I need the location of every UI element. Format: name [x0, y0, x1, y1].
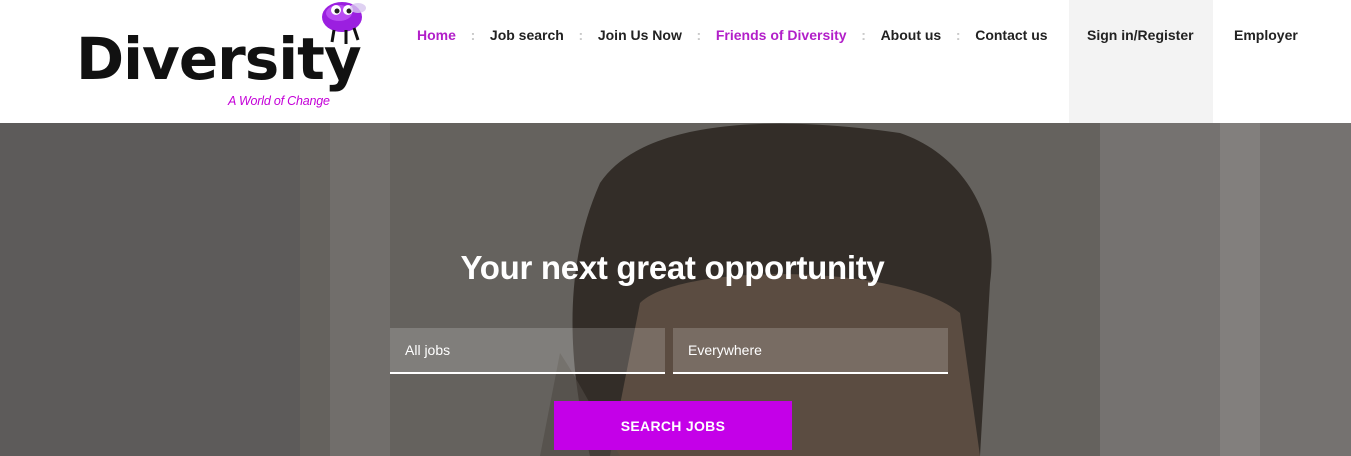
- employer-label: Employer: [1234, 27, 1298, 43]
- main-nav: Home : Job search : Join Us Now : Friend…: [417, 0, 1048, 70]
- site-header: Diversity A World of Change Home : Job s…: [0, 0, 1351, 123]
- nav-about-us[interactable]: About us: [881, 27, 942, 43]
- hero-title: Your next great opportunity: [460, 249, 885, 286]
- nav-job-search[interactable]: Job search: [490, 27, 564, 43]
- signin-register-label: Sign in/Register: [1087, 27, 1194, 43]
- nav-separator: :: [470, 27, 476, 43]
- signin-register-button[interactable]: Sign in/Register: [1069, 0, 1213, 123]
- hero-banner: Your next great opportunity SEARCH JOBS: [0, 123, 1351, 456]
- nav-separator: :: [955, 27, 961, 43]
- logo-wordmark: Diversity: [76, 25, 362, 93]
- nav-home[interactable]: Home: [417, 27, 456, 43]
- site-logo[interactable]: Diversity A World of Change: [70, 0, 380, 115]
- employer-button[interactable]: Employer: [1213, 0, 1351, 123]
- nav-friends-of-diversity[interactable]: Friends of Diversity: [716, 27, 847, 43]
- nav-separator: :: [861, 27, 866, 43]
- nav-separator: :: [696, 27, 702, 43]
- search-jobs-button[interactable]: SEARCH JOBS: [554, 401, 792, 450]
- nav-join-us-now[interactable]: Join Us Now: [598, 27, 682, 43]
- nav-separator: :: [578, 27, 584, 43]
- logo-tagline: A World of Change: [228, 94, 330, 108]
- location-input[interactable]: [673, 328, 948, 374]
- keywords-input[interactable]: [390, 328, 665, 374]
- nav-contact-us[interactable]: Contact us: [975, 27, 1047, 43]
